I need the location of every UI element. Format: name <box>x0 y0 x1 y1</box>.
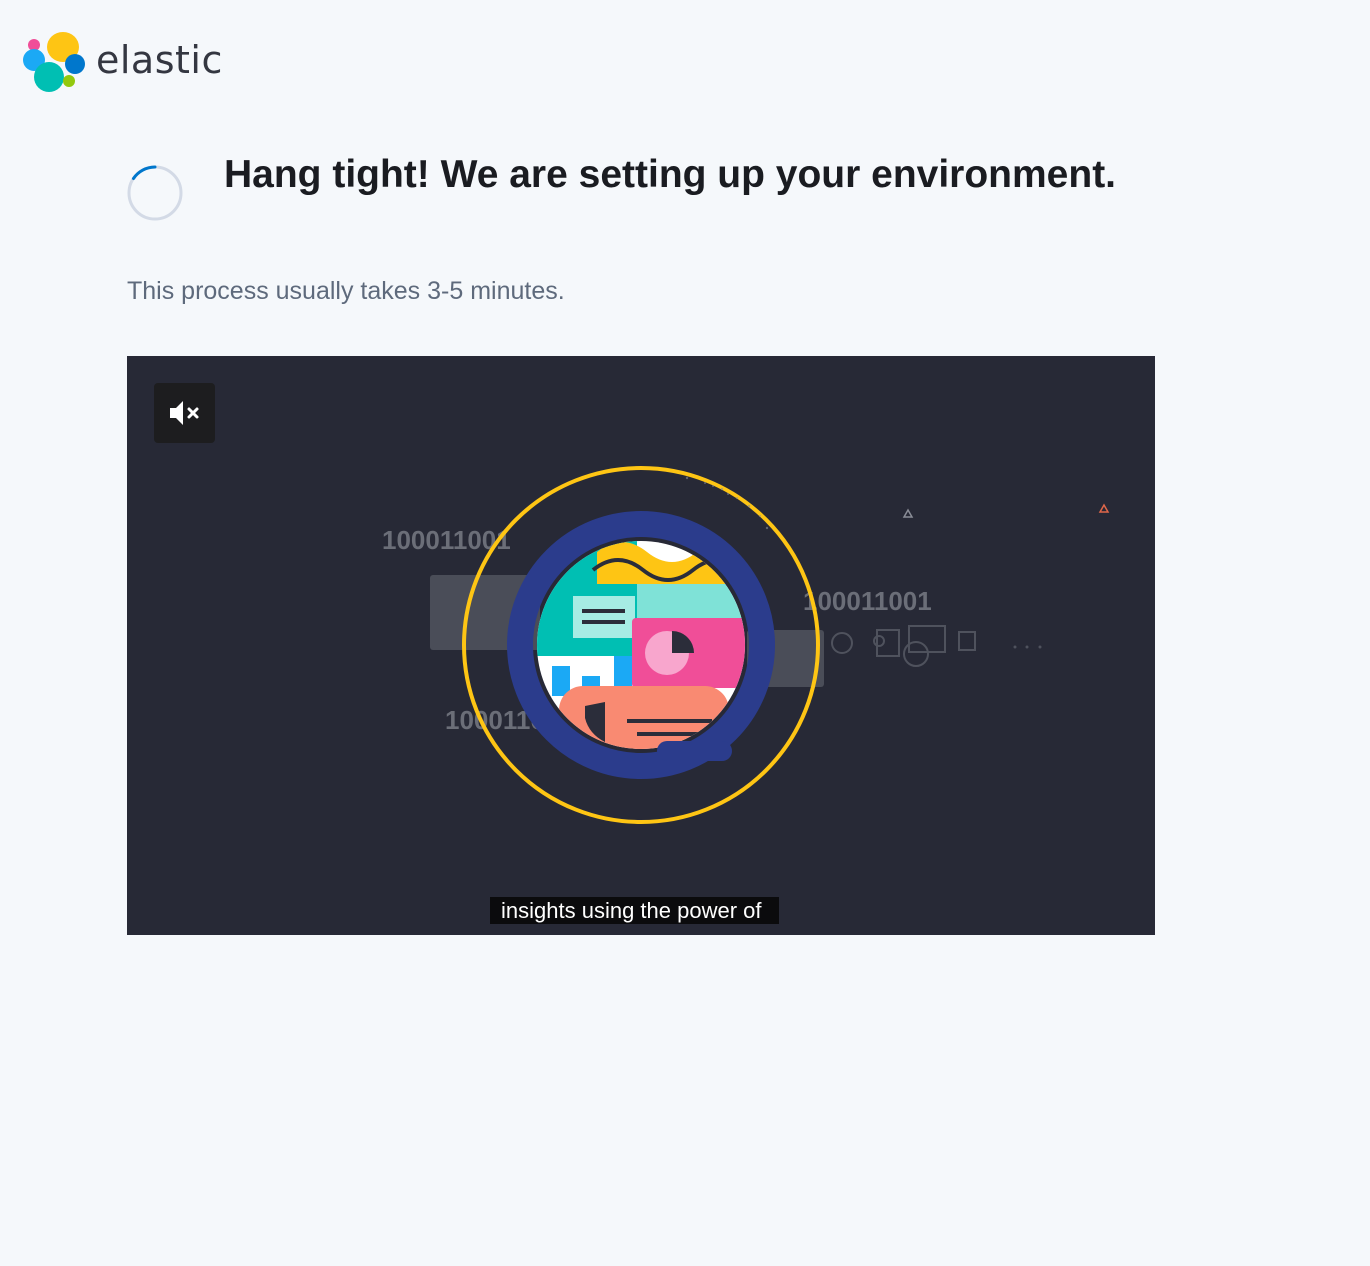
video-frame-illustration: 100011001 100011001 1000110 <box>382 466 1110 824</box>
icon-row-faint <box>831 625 976 667</box>
page-title: Hang tight! We are setting up your envir… <box>224 153 1117 196</box>
loading-spinner-icon <box>127 165 183 221</box>
binary-label-right: 100011001 <box>803 586 932 616</box>
brand-name: elastic <box>96 38 223 82</box>
loading-header: Hang tight! We are setting up your envir… <box>126 153 1116 223</box>
mute-toggle-button[interactable] <box>154 383 215 443</box>
setup-page: elastic Hang tight! We are setting up yo… <box>0 0 1370 1266</box>
video-caption: insights using the power of <box>490 897 779 924</box>
elastic-logo: elastic <box>22 30 223 96</box>
speaker-muted-icon <box>169 401 198 425</box>
intro-video-player[interactable]: 100011001 100011001 1000110 insights usi… <box>127 356 1155 935</box>
elastic-cluster-icon <box>23 32 85 92</box>
page-subtitle: This process usually takes 3-5 minutes. <box>127 277 565 305</box>
